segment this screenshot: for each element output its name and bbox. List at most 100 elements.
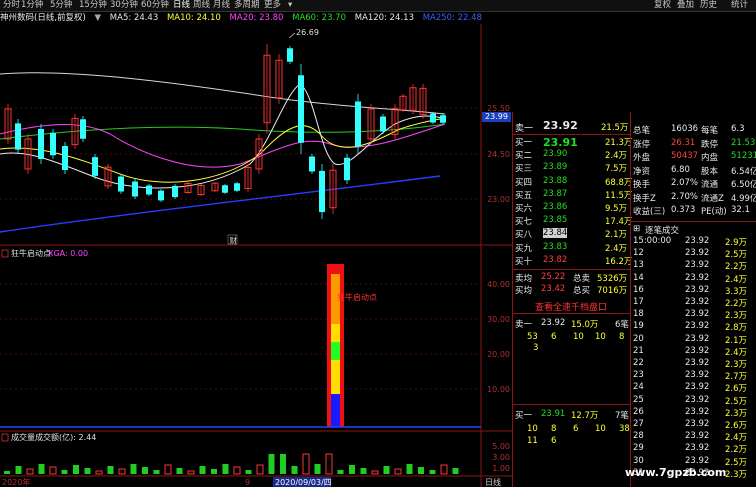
tick-price: 23.92 (685, 382, 710, 393)
tick-time: 30 (633, 455, 644, 466)
queue-sell-price: 23.92 (541, 318, 566, 328)
stat-value-2: 6.3 (731, 124, 745, 134)
tab-weekly[interactable]: 周线 (193, 0, 210, 11)
buy-level-price[interactable]: 23.87 (543, 189, 567, 199)
stat-label: 换手 (633, 180, 651, 190)
stat-value: 0.373 (671, 205, 696, 215)
buy-level-volume: 2.4万 (605, 151, 628, 162)
dropdown-icon[interactable]: ▼ (95, 13, 102, 23)
tab-30min[interactable]: 30分钟 (110, 0, 138, 11)
buy-level-volume: 2.4万 (605, 243, 628, 254)
ticks-title[interactable]: 逐笔成交 (645, 224, 679, 236)
queue-num: 10 (573, 332, 584, 342)
tab-60min[interactable]: 60分钟 (141, 0, 169, 11)
tick-price: 23.92 (685, 419, 710, 429)
buy-level-price[interactable]: 23.84 (543, 228, 568, 239)
tick-price: 23.92 (685, 284, 710, 295)
volume-title: 成交量 (11, 432, 35, 442)
tick-time: 29 (633, 443, 644, 454)
vol-y-3: 1.00 (492, 464, 510, 473)
buy-level-volume: 9.5万 (605, 204, 628, 214)
stat-value: 2.07% (671, 178, 699, 188)
tick-volume: 2.7万 (725, 372, 748, 383)
buy-level-price[interactable]: 23.86 (543, 202, 567, 212)
stats-button[interactable]: 统计 (731, 0, 748, 11)
ma-legend: 神州数码(日线,前复权) ▼ MA5: 24.43 MA10: 24.10 MA… (0, 12, 488, 24)
buy-level-price[interactable]: 23.83 (543, 242, 567, 252)
stat-label-2: 股本 (701, 166, 719, 177)
ma250-value: MA250: 22.48 (422, 13, 482, 23)
buy-level-price[interactable]: 23.88 (543, 176, 567, 186)
volume-value: 成交额(亿): 2.44 (35, 432, 96, 442)
buy-level-price[interactable]: 23.89 (543, 162, 567, 172)
tick-price: 23.92 (685, 358, 710, 368)
avg-buy-price: 23.42 (541, 284, 566, 294)
stat-label-2: 每笔 (701, 126, 719, 136)
history-button[interactable]: 历史 (700, 0, 717, 11)
buy-level-price[interactable]: 23.90 (543, 149, 567, 159)
buy-level-price[interactable]: 23.91 (543, 136, 578, 149)
stat-value-2: 51231 (731, 151, 756, 161)
queue-num: 8 (619, 332, 625, 342)
tick-time: 14 (633, 272, 644, 283)
tab-monthly[interactable]: 月线 (213, 0, 230, 11)
indicator-value: XGA: 0.00 (48, 249, 88, 258)
tick-price: 23.92 (685, 406, 710, 417)
tab-5min[interactable]: 5分钟 (50, 0, 72, 11)
total-buy-value: 7016万 (597, 286, 628, 296)
tab-intraday[interactable]: 分时 (3, 0, 20, 11)
sell1-price[interactable]: 23.92 (543, 119, 578, 132)
chevron-down-icon[interactable]: ▾ (288, 0, 292, 11)
tick-volume: 2.4万 (725, 347, 748, 358)
buy-level-label: 买五 (515, 190, 533, 201)
queue-num: 6 (551, 332, 557, 342)
buy-level-volume: 7.5万 (605, 164, 628, 175)
ind-y-2: 30.00 (487, 315, 510, 324)
kline-chart-area[interactable]: 26.69 25.50 24.50 23.00 财 狂牛启动点 XGA: 0.0… (0, 24, 512, 487)
stat-value-2: 6.54亿 (731, 166, 756, 177)
buy-level-label: 买九 (515, 243, 533, 254)
signal-bar (327, 264, 344, 427)
x-label-year: 2020年 (2, 477, 30, 487)
tab-daily[interactable]: 日线 (173, 0, 190, 11)
tick-volume: 2.2万 (725, 445, 748, 456)
tick-time: 27 (633, 419, 644, 429)
queue-num: 53 (527, 332, 538, 342)
period-toolbar: 分时 1分钟 5分钟 15分钟 30分钟 60分钟 日线 周线 月线 多周期 更… (0, 0, 756, 12)
tick-volume: 2.8万 (725, 323, 748, 334)
queue-sell-count: 6笔 (615, 320, 629, 330)
full-depth-link[interactable]: 查看全速千档盘口 (535, 300, 607, 313)
tab-15min[interactable]: 15分钟 (79, 0, 107, 11)
stat-value-2: 21.53 (731, 137, 756, 148)
tick-time: 20 (633, 333, 644, 344)
queue-buy-count: 7笔 (615, 411, 629, 421)
vol-y-2: 3.00 (492, 453, 510, 462)
tick-price: 23.92 (685, 321, 710, 332)
tick-time: 19 (633, 321, 644, 332)
tick-price: 23.92 (685, 394, 710, 405)
avg-sell-price: 25.22 (541, 272, 566, 282)
tab-multi-period[interactable]: 多周期 (234, 0, 260, 11)
order-book-panel: 卖一 23.92 21.5万 买一 23.91 21.3万 买二 23.90 2.… (512, 112, 632, 487)
tab-1min[interactable]: 1分钟 (21, 0, 43, 11)
sell1-volume: 21.5万 (601, 123, 629, 133)
tick-time: 15:00:00 (633, 236, 672, 246)
queue-buy-price: 23.91 (541, 409, 566, 419)
finance-marker[interactable]: 财 (230, 235, 238, 245)
queue-sell-label: 卖一 (515, 320, 533, 330)
buy-level-label: 买二 (515, 151, 533, 162)
buy-level-price[interactable]: 23.82 (543, 255, 567, 265)
ma250-line (0, 175, 441, 233)
buy-level-price[interactable]: 23.85 (543, 215, 567, 225)
queue-num: 10 (595, 424, 606, 434)
overlay-button[interactable]: 叠加 (677, 0, 694, 11)
stat-label-2: 内盘 (701, 153, 719, 163)
adjust-button[interactable]: 复权 (654, 0, 671, 11)
stat-label-2: 跌停 (701, 139, 719, 150)
buy-level-label: 买八 (515, 230, 533, 241)
stat-value-2: 4.99亿 (731, 193, 756, 204)
tab-more[interactable]: 更多 (264, 0, 281, 11)
ind-y-1: 40.00 (487, 280, 510, 289)
tick-volume: 3.3万 (725, 286, 748, 297)
stat-value-2: 32.1 (731, 205, 750, 215)
